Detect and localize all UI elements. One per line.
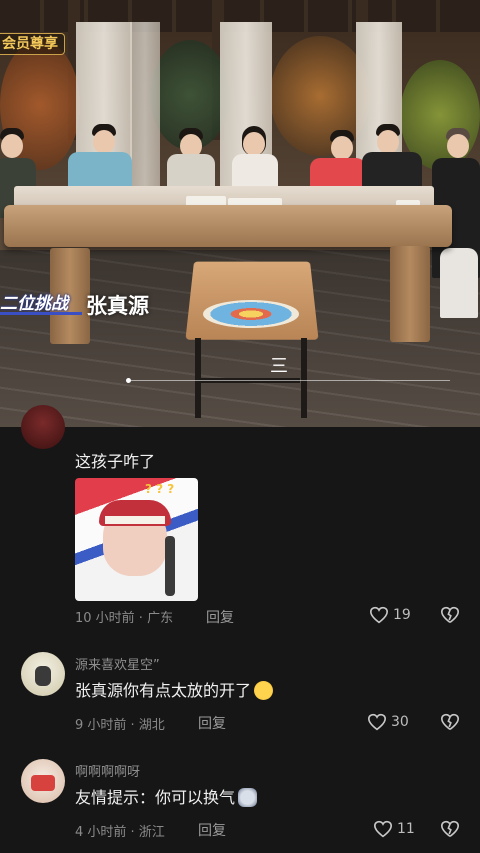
avatar-figure xyxy=(35,666,51,686)
crying-face-emoji xyxy=(254,681,274,700)
avatar-figure xyxy=(31,775,55,791)
sticker-microphone xyxy=(165,536,175,596)
comment-text-line: 张真源你有点太放的开了 xyxy=(75,677,274,701)
subtitle-left: 二位挑战 xyxy=(0,294,68,314)
heart-icon xyxy=(369,606,389,624)
comment-text: 友情提示：你可以换气 xyxy=(75,788,236,807)
reply-button[interactable]: 回复 xyxy=(206,607,234,627)
like-count: 19 xyxy=(393,607,411,623)
comment-username[interactable]: 啊啊啊啊呀 xyxy=(75,761,140,780)
like-count: 11 xyxy=(397,821,415,837)
like-button[interactable]: 19 xyxy=(369,606,411,624)
video-scene-foliage xyxy=(270,36,370,156)
comments-section: 这孩子咋了 ? ? ? 10 小时前 · 广东 回复 19 源来喜欢星空” 张真… xyxy=(0,405,480,853)
comment-username[interactable]: 源来喜欢星空” xyxy=(75,654,160,673)
reply-button[interactable]: 回复 xyxy=(198,713,226,733)
subtitle-name: 张真源 xyxy=(86,294,149,318)
comment-text: 张真源你有点太放的开了 xyxy=(75,681,252,700)
like-button[interactable]: 30 xyxy=(367,713,409,731)
user-avatar[interactable] xyxy=(21,759,65,803)
broken-heart-icon xyxy=(440,606,460,624)
comment-time-location: 10 小时前 · 广东 xyxy=(75,611,174,626)
broken-heart-icon xyxy=(440,713,460,731)
video-scene-table-leg xyxy=(390,246,430,342)
like-count: 30 xyxy=(391,714,409,730)
video-progress-bar[interactable] xyxy=(128,380,450,381)
dislike-button[interactable] xyxy=(440,820,460,838)
subtitle-underline xyxy=(0,312,82,315)
heart-icon xyxy=(373,820,393,838)
broken-heart-icon xyxy=(440,820,460,838)
user-avatar[interactable] xyxy=(21,405,65,449)
sticker-question-marks: ? ? ? xyxy=(145,482,175,496)
cat-face-emoji xyxy=(238,788,258,807)
heart-icon xyxy=(367,713,387,731)
video-scene-game-wheel xyxy=(203,300,299,328)
comment-time-location: 9 小时前 · 湖北 xyxy=(75,718,165,733)
user-avatar[interactable] xyxy=(21,652,65,696)
comment-text: 这孩子咋了 xyxy=(75,452,156,471)
vip-badge: 会员尊享 xyxy=(0,33,65,55)
dislike-button[interactable] xyxy=(440,713,460,731)
menu-icon[interactable]: 三 xyxy=(270,358,288,376)
comment-time-location: 4 小时前 · 浙江 xyxy=(75,825,165,840)
video-scene-table xyxy=(4,205,452,247)
comment-sticker-image[interactable]: ? ? ? xyxy=(75,478,198,601)
sticker-headband xyxy=(105,516,165,524)
dislike-button[interactable] xyxy=(440,606,460,624)
reply-button[interactable]: 回复 xyxy=(198,820,226,840)
like-button[interactable]: 11 xyxy=(373,820,415,838)
video-progress-handle[interactable] xyxy=(126,378,131,383)
video-player[interactable]: 会员尊享 二位挑战 张真源 三 xyxy=(0,0,480,427)
video-scene-curtain xyxy=(130,22,160,197)
comment-text-line: 友情提示：你可以换气 xyxy=(75,784,258,808)
